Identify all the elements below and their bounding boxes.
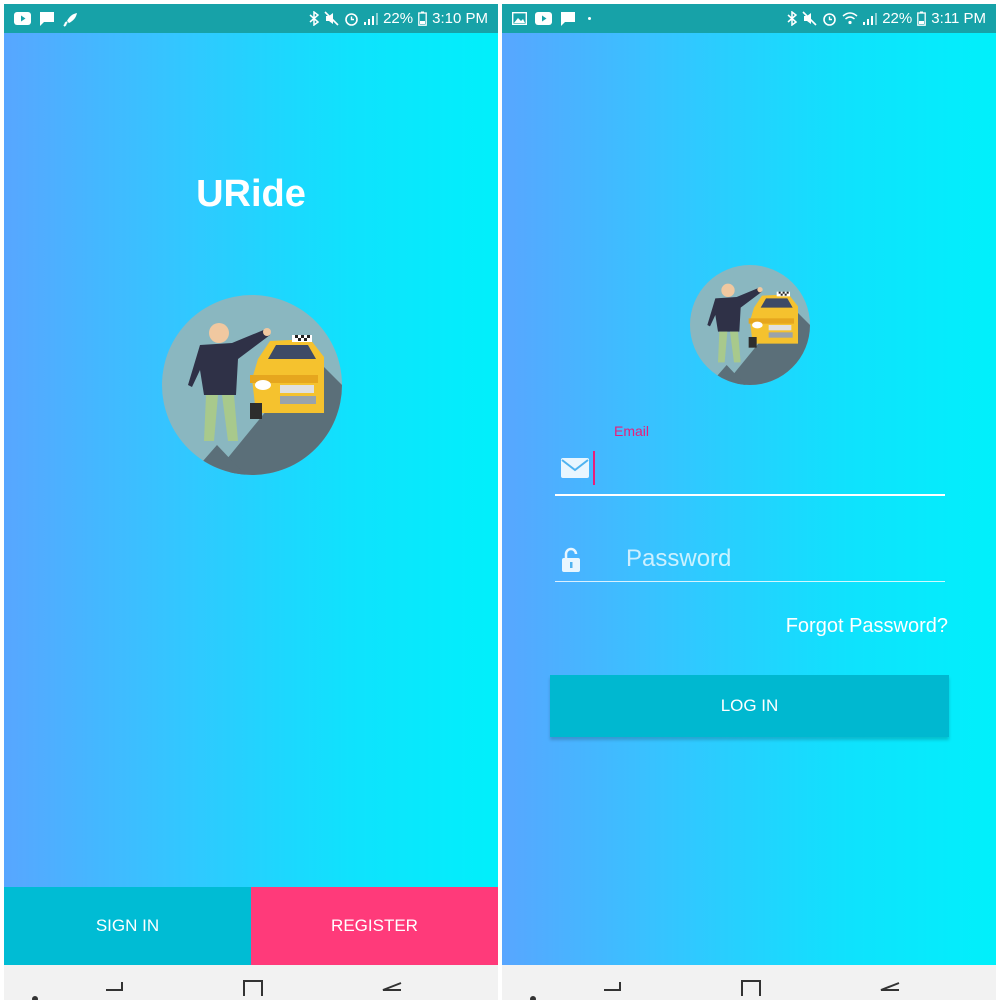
envelope-icon	[561, 458, 589, 483]
wifi-icon	[842, 12, 858, 25]
back-icon[interactable]	[879, 981, 901, 1000]
bluetooth-icon	[309, 11, 320, 26]
navigation-bar	[502, 965, 996, 1000]
recents-icon[interactable]	[104, 981, 124, 1000]
mute-icon	[802, 11, 817, 26]
message-icon	[560, 11, 576, 26]
home-icon[interactable]	[242, 979, 264, 1000]
email-field[interactable]	[555, 448, 945, 496]
app-title: URide	[196, 173, 306, 215]
password-placeholder: Password	[626, 545, 732, 572]
forgot-password-link[interactable]: Forgot Password?	[786, 615, 948, 638]
password-field[interactable]: Password	[555, 537, 945, 582]
battery-percent: 22%	[383, 10, 414, 27]
back-icon[interactable]	[381, 981, 403, 1000]
home-icon[interactable]	[740, 979, 762, 1000]
navigation-bar	[4, 965, 498, 1000]
login-background: Email Password Forgot Password? LOG IN	[502, 33, 996, 965]
status-bar: 22% 3:11 PM	[502, 4, 996, 33]
signal-icon	[863, 12, 878, 25]
login-screen: 22% 3:11 PM Email Password Forgot Passwo…	[502, 4, 996, 1000]
recent-apps-dot-icon[interactable]	[530, 989, 536, 1000]
youtube-icon	[14, 12, 31, 25]
register-button[interactable]: REGISTER	[251, 887, 498, 965]
status-bar: 22% 3:10 PM	[4, 4, 498, 33]
alarm-icon	[822, 11, 837, 26]
recents-icon[interactable]	[602, 981, 622, 1000]
alarm-icon	[344, 11, 359, 26]
youtube-icon	[535, 12, 552, 25]
lock-icon	[561, 547, 581, 578]
status-time: 3:10 PM	[432, 10, 488, 27]
log-in-button[interactable]: LOG IN	[550, 675, 949, 737]
battery-percent: 22%	[882, 10, 913, 27]
signal-icon	[364, 12, 379, 25]
taxi-passenger-logo	[690, 265, 810, 385]
message-icon	[39, 11, 55, 26]
battery-icon	[418, 11, 427, 26]
dot-icon	[588, 17, 591, 20]
bluetooth-icon	[787, 11, 798, 26]
email-floating-label: Email	[614, 423, 650, 439]
welcome-background: URide SIGN IN REGISTER	[4, 33, 498, 965]
recent-apps-dot-icon[interactable]	[32, 989, 38, 1000]
welcome-screen: 22% 3:10 PM URide SIGN IN REGISTER	[4, 4, 498, 1000]
sign-in-button[interactable]: SIGN IN	[4, 887, 251, 965]
taxi-passenger-logo	[162, 295, 342, 475]
status-time: 3:11 PM	[931, 10, 986, 27]
battery-icon	[917, 11, 927, 26]
image-icon	[512, 12, 527, 25]
rocket-icon	[63, 11, 79, 27]
text-cursor	[593, 451, 595, 485]
mute-icon	[324, 11, 339, 26]
